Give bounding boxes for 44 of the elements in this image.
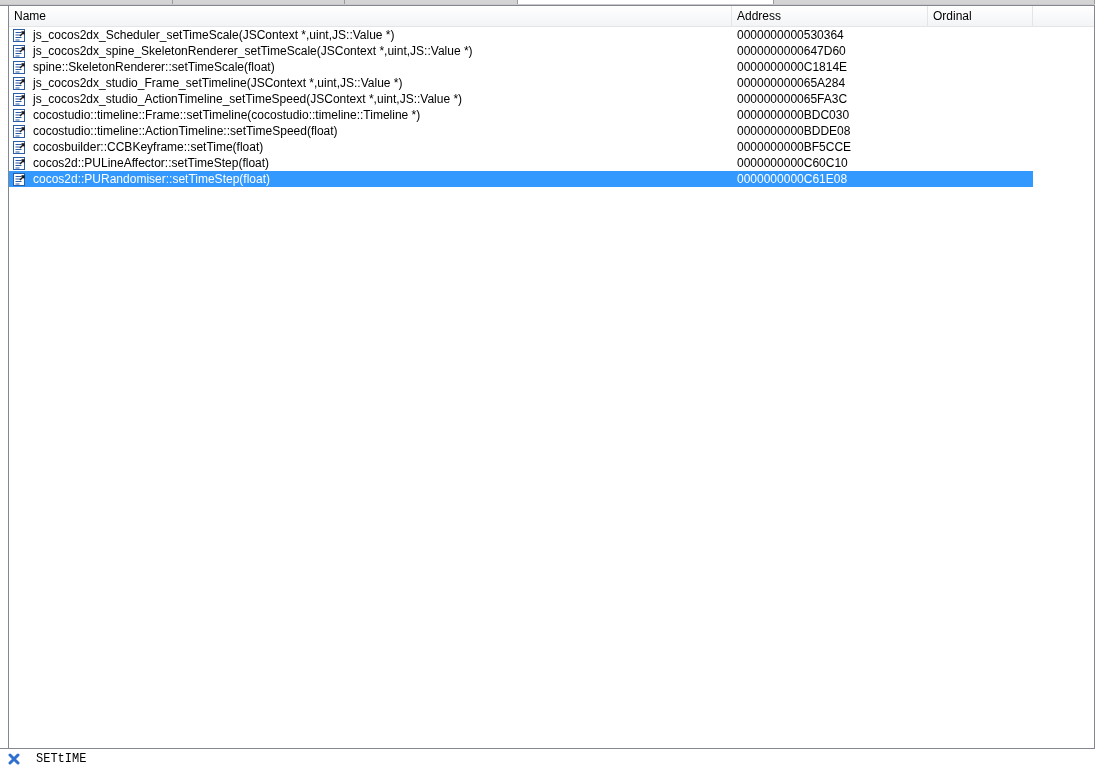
function-icon: [12, 44, 28, 58]
function-name: cocostudio::timeline::Frame::setTimeline(cocostudio::timeline::Timeline *): [33, 108, 421, 122]
function-row[interactable]: cocostudio::timeline::Frame::setTimeline(cocostudio::timeline::Timeline *) 0000000000BDC030: [9, 107, 1033, 123]
function-row[interactable]: spine::SkeletonRenderer::setTimeScale(float) 0000000000C1814E: [9, 59, 1033, 75]
function-name: js_cocos2dx_studio_ActionTimeline_setTimeSpeed(JSContext *,uint,JS::Value *): [33, 92, 463, 106]
column-header[interactable]: Address: [732, 6, 928, 26]
function-icon: [12, 108, 28, 122]
function-address: 0000000000BDDE08: [737, 124, 851, 138]
function-icon: [12, 28, 28, 42]
function-address: 000000000065A284: [737, 76, 846, 90]
function-icon: [12, 76, 28, 90]
close-icon[interactable]: [8, 752, 20, 765]
function-icon: [12, 140, 28, 154]
function-address: 0000000000C1814E: [737, 60, 848, 74]
function-row[interactable]: cocosbuilder::CCBKeyframe::setTime(float) 0000000000BF5CCE: [9, 139, 1033, 155]
function-icon: [12, 92, 28, 106]
function-name: cocostudio::timeline::ActionTimeline::setTimeSpeed(float): [33, 124, 338, 138]
search-text: SETtIME: [36, 751, 87, 766]
function-icon: [12, 124, 28, 138]
function-row[interactable]: cocos2d::PULineAffector::setTimeStep(float) 0000000000C60C10: [9, 155, 1033, 171]
function-name: js_cocos2dx_studio_Frame_setTimeline(JSContext *,uint,JS::Value *): [33, 76, 403, 90]
function-row[interactable]: js_cocos2dx_studio_ActionTimeline_setTimeSpeed(JSContext *,uint,JS::Value *) 000000000065FA3C: [9, 91, 1033, 107]
function-row[interactable]: cocostudio::timeline::ActionTimeline::setTimeSpeed(float) 0000000000BDDE08: [9, 123, 1033, 139]
function-address: 0000000000647D60: [737, 44, 846, 58]
function-address: 0000000000530364: [737, 28, 844, 42]
column-header[interactable]: Ordinal: [928, 6, 1033, 26]
function-address: 0000000000BF5CCE: [737, 140, 852, 154]
function-name: js_cocos2dx_spine_SkeletonRenderer_setTimeScale(JSContext *,uint,JS::Value *): [33, 44, 473, 58]
function-name: cocos2d::PULineAffector::setTimeStep(float): [33, 156, 270, 170]
function-name: js_cocos2dx_Scheduler_setTimeScale(JSContext *,uint,JS::Value *): [33, 28, 395, 42]
function-name: cocos2d::PURandomiser::setTimeStep(float): [33, 172, 270, 186]
function-address: 000000000065FA3C: [737, 92, 848, 106]
function-icon: [12, 156, 28, 170]
function-name: cocosbuilder::CCBKeyframe::setTime(float): [33, 140, 264, 154]
function-address: 0000000000BDC030: [737, 108, 850, 122]
function-address: 0000000000C61E08: [737, 172, 848, 186]
function-icon: [12, 60, 28, 74]
function-name: spine::SkeletonRenderer::setTimeScale(float): [33, 60, 275, 74]
function-row[interactable]: js_cocos2dx_studio_Frame_setTimeline(JSContext *,uint,JS::Value *) 000000000065A284: [9, 75, 1033, 91]
function-icon: [12, 172, 28, 186]
function-row[interactable]: js_cocos2dx_Scheduler_setTimeScale(JSContext *,uint,JS::Value *) 0000000000530364: [9, 27, 1033, 43]
column-header[interactable]: Name: [9, 6, 732, 26]
function-row[interactable]: js_cocos2dx_spine_SkeletonRenderer_setTimeScale(JSContext *,uint,JS::Value *) 0000000000647D60: [9, 43, 1033, 59]
function-address: 0000000000C60C10: [737, 156, 848, 170]
